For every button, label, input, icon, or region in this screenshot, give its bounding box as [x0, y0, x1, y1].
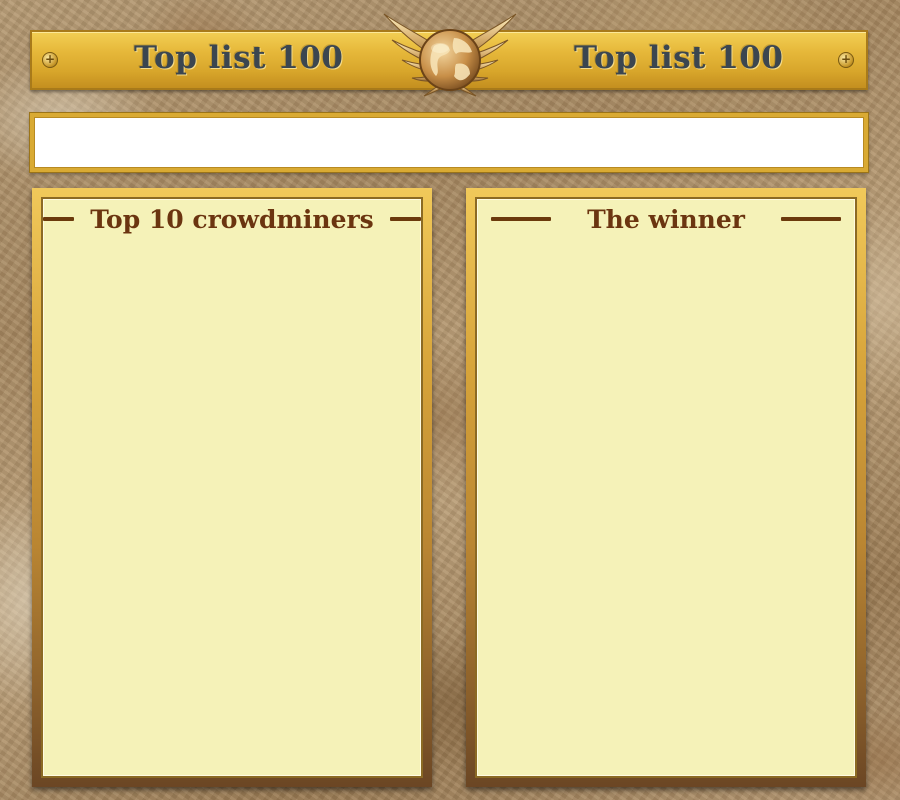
message-text — [34, 117, 864, 141]
divider — [43, 217, 75, 221]
plus-icon[interactable]: + — [838, 52, 854, 68]
winner-panel: The winner — [466, 188, 866, 787]
message-bar — [30, 113, 868, 172]
winner-panel-content: The winner — [475, 197, 857, 778]
divider — [780, 217, 841, 221]
divider — [389, 217, 421, 221]
winner-panel-title: The winner — [587, 204, 745, 234]
top10-list — [53, 243, 411, 766]
header-title-right: Top list 100 — [574, 40, 784, 76]
plus-icon[interactable]: + — [42, 52, 58, 68]
divider — [491, 217, 552, 221]
top10-panel: Top 10 crowdminers — [32, 188, 432, 787]
winner-content — [487, 243, 845, 766]
header-title-left: Top list 100 — [134, 40, 344, 76]
winged-globe-icon — [378, 4, 522, 104]
winner-panel-header: The winner — [477, 203, 855, 235]
top10-panel-header: Top 10 crowdminers — [43, 203, 421, 235]
top10-panel-title: Top 10 crowdminers — [90, 204, 374, 234]
top10-panel-content: Top 10 crowdminers — [41, 197, 423, 778]
